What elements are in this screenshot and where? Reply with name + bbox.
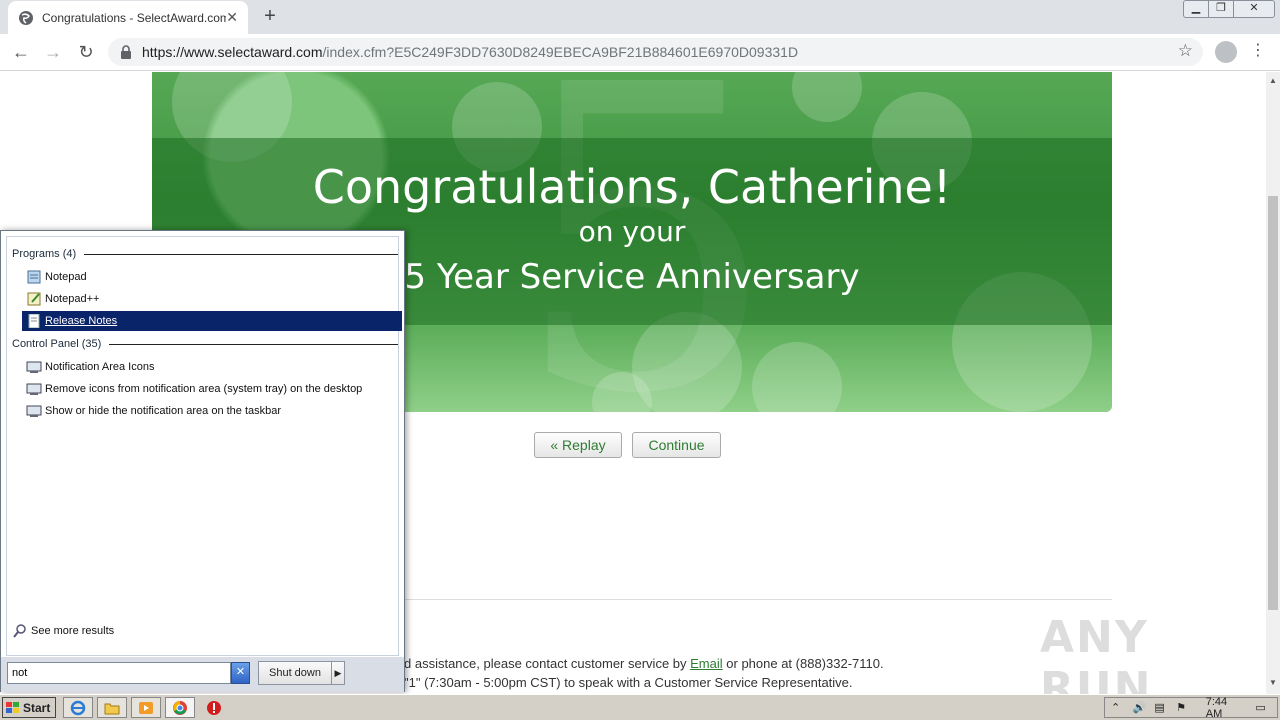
control-panel-header: Control Panel (35) <box>12 338 398 350</box>
new-tab-icon[interactable]: + <box>258 5 282 29</box>
result-label: Notepad++ <box>45 293 100 305</box>
lock-icon <box>121 45 131 59</box>
notepadpp-icon <box>27 292 41 306</box>
congrats-title: Congratulations, Catherine! <box>312 160 952 214</box>
tab-strip: Congratulations - SelectAward.com ✕ + ▁ … <box>0 0 1280 34</box>
result-notepad[interactable]: Notepad <box>22 267 402 287</box>
result-release-notes[interactable]: Release Notes <box>22 311 402 331</box>
scroll-up-icon[interactable]: ▲ <box>1269 76 1277 85</box>
start-menu: Programs (4) Notepad Notepad++ Release N… <box>0 230 405 692</box>
control-panel-icon <box>26 383 42 395</box>
control-panel-icon <box>26 361 42 373</box>
bookmark-star-icon[interactable]: ☆ <box>1178 41 1193 61</box>
start-menu-footer: ✕ Shut down ▶ <box>1 657 404 692</box>
url-host: https://www.selectaward.com <box>142 44 323 60</box>
continue-button[interactable]: Continue <box>632 432 721 458</box>
scroll-down-icon[interactable]: ▼ <box>1269 678 1277 687</box>
back-icon[interactable]: ← <box>10 42 32 64</box>
close-window-button[interactable]: ✕ <box>1233 0 1275 18</box>
start-label: Start <box>23 700 51 715</box>
control-panel-icon <box>26 405 42 417</box>
globe-icon <box>19 10 33 25</box>
reload-icon[interactable]: ↻ <box>75 42 97 64</box>
action-center-flag-icon[interactable]: ⚑ <box>1176 701 1192 715</box>
footer-text: or phone at (888)332-7110. <box>722 656 884 671</box>
minimize-button[interactable]: ▁ <box>1183 0 1209 18</box>
result-label: Notepad <box>45 271 87 283</box>
see-more-results[interactable]: See more results <box>12 624 114 638</box>
system-tray: ⌃ 🔊 ▤ ⚑ 7:44 AM ▭ <box>1104 696 1278 720</box>
result-notepadpp[interactable]: Notepad++ <box>22 289 402 309</box>
result-label: Notification Area Icons <box>45 361 155 373</box>
result-show-hide-notification-area[interactable]: Show or hide the notification area on th… <box>22 401 402 421</box>
vertical-scrollbar[interactable]: ▲ ▼ <box>1266 72 1280 694</box>
start-button[interactable]: Start <box>2 697 56 718</box>
programs-header: Programs (4) <box>12 248 398 260</box>
chrome-icon[interactable] <box>165 697 195 718</box>
replay-button[interactable]: « Replay <box>534 432 622 458</box>
clock[interactable]: 7:44 AM <box>1206 696 1246 720</box>
media-player-icon[interactable] <box>131 697 161 718</box>
clear-search-icon[interactable]: ✕ <box>231 662 250 684</box>
email-link[interactable]: Email <box>690 656 723 671</box>
menu-dots-icon[interactable]: ⋮ <box>1250 40 1266 60</box>
result-notification-area-icons[interactable]: Notification Area Icons <box>22 357 402 377</box>
tab-title: Congratulations - SelectAward.com <box>42 10 227 25</box>
address-bar[interactable]: https://www.selectaward.com/index.cfm?E5… <box>108 38 1203 66</box>
footer-hours-line: "1" (7:30am - 5:00pm CST) to speak with … <box>404 675 853 690</box>
result-label: Show or hide the notification area on th… <box>45 405 282 417</box>
restore-button[interactable]: ❐ <box>1208 0 1234 18</box>
profile-avatar-icon[interactable] <box>1215 41 1237 63</box>
show-desktop-icon[interactable]: ▭ <box>1255 701 1271 715</box>
taskbar: Start ⌃ 🔊 ▤ ⚑ 7:44 AM ▭ <box>0 694 1280 720</box>
shutdown-button[interactable]: Shut down <box>258 661 332 685</box>
volume-icon[interactable]: 🔊 <box>1133 701 1149 715</box>
see-more-label: See more results <box>31 625 115 637</box>
browser-toolbar: ← → ↻ https://www.selectaward.com/index.… <box>0 34 1280 71</box>
browser-tab[interactable]: Congratulations - SelectAward.com ✕ <box>8 1 248 34</box>
network-icon[interactable]: ▤ <box>1154 701 1170 715</box>
search-results-panel: Programs (4) Notepad Notepad++ Release N… <box>6 236 402 656</box>
result-remove-notification-icons[interactable]: Remove icons from notification area (sys… <box>22 379 402 399</box>
document-icon <box>28 314 40 328</box>
shutdown-options-icon[interactable]: ▶ <box>331 661 345 685</box>
folder-icon[interactable] <box>97 697 127 718</box>
scroll-thumb[interactable] <box>1268 196 1278 610</box>
result-label: Remove icons from notification area (sys… <box>45 383 363 395</box>
stop-sign-icon[interactable] <box>199 697 229 718</box>
search-icon <box>13 624 26 638</box>
windows-flag-icon <box>6 701 19 713</box>
internet-explorer-icon[interactable] <box>63 697 93 718</box>
notepad-icon <box>27 270 41 284</box>
forward-icon[interactable]: → <box>42 42 64 64</box>
footer-contact-line: d assistance, please contact customer se… <box>404 656 884 671</box>
tab-close-icon[interactable]: ✕ <box>226 9 238 26</box>
control-panel-header-label: Control Panel (35) <box>12 338 102 350</box>
footer-text: d assistance, please contact customer se… <box>404 656 691 671</box>
anyrun-watermark: ANY RUN <box>1040 612 1153 694</box>
url-path: /index.cfm?E5C249F3DD7630D8249EBECA9BF21… <box>322 44 799 60</box>
programs-header-label: Programs (4) <box>12 248 77 260</box>
decor-bubble <box>792 72 862 122</box>
start-search-input[interactable] <box>7 662 231 684</box>
result-label: Release Notes <box>45 315 118 327</box>
tray-expand-icon[interactable]: ⌃ <box>1111 701 1127 715</box>
